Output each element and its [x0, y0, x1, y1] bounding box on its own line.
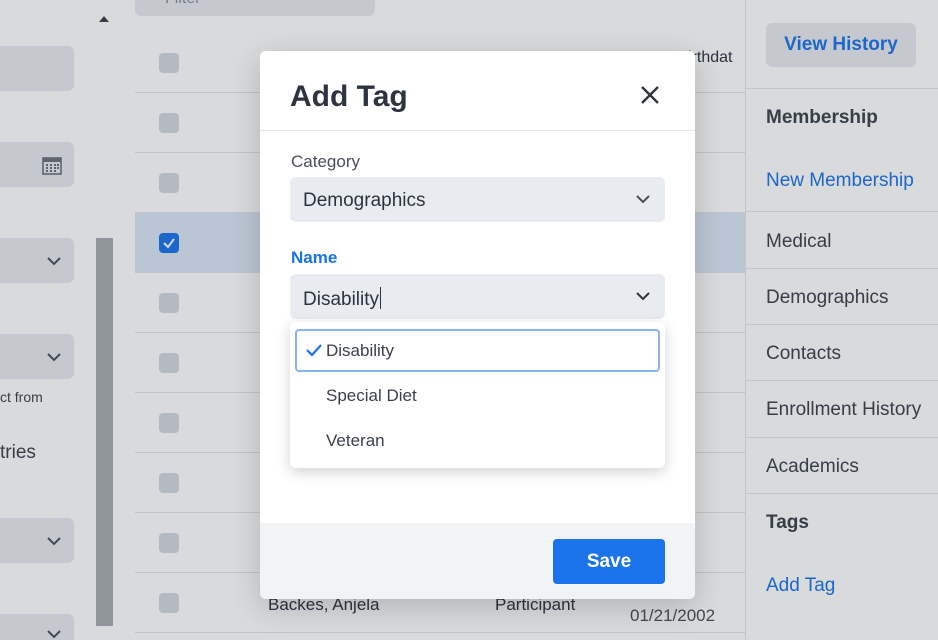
dialog-footer: Save	[260, 523, 695, 599]
dialog-title: Add Tag	[290, 80, 408, 113]
chevron-down-icon	[636, 292, 650, 301]
name-value: Disability	[303, 289, 380, 310]
option-label: Disability	[326, 341, 395, 360]
category-label: Category	[291, 152, 360, 171]
name-value-wrap: Disability	[303, 287, 382, 311]
dropdown-option-veteran[interactable]: Veteran	[295, 419, 660, 462]
name-select[interactable]: Disability	[290, 274, 665, 319]
name-label: Name	[291, 248, 338, 267]
option-label: Veteran	[326, 431, 385, 450]
option-label: Special Diet	[326, 386, 417, 405]
name-dropdown-list: Disability Special Diet Veteran	[290, 322, 665, 468]
add-tag-dialog: Add Tag Category Demographics Name Disab…	[260, 51, 695, 599]
save-button[interactable]: Save	[553, 539, 665, 584]
category-value: Demographics	[303, 190, 426, 211]
close-icon[interactable]	[636, 81, 664, 109]
text-caret	[380, 287, 382, 309]
dropdown-option-disability[interactable]: Disability	[295, 329, 660, 372]
chevron-down-icon	[636, 195, 650, 204]
dropdown-option-special-diet[interactable]: Special Diet	[295, 374, 660, 417]
check-icon	[306, 344, 322, 357]
category-select[interactable]: Demographics	[290, 177, 665, 222]
dialog-header: Add Tag	[260, 51, 695, 131]
close-button[interactable]	[636, 81, 664, 109]
